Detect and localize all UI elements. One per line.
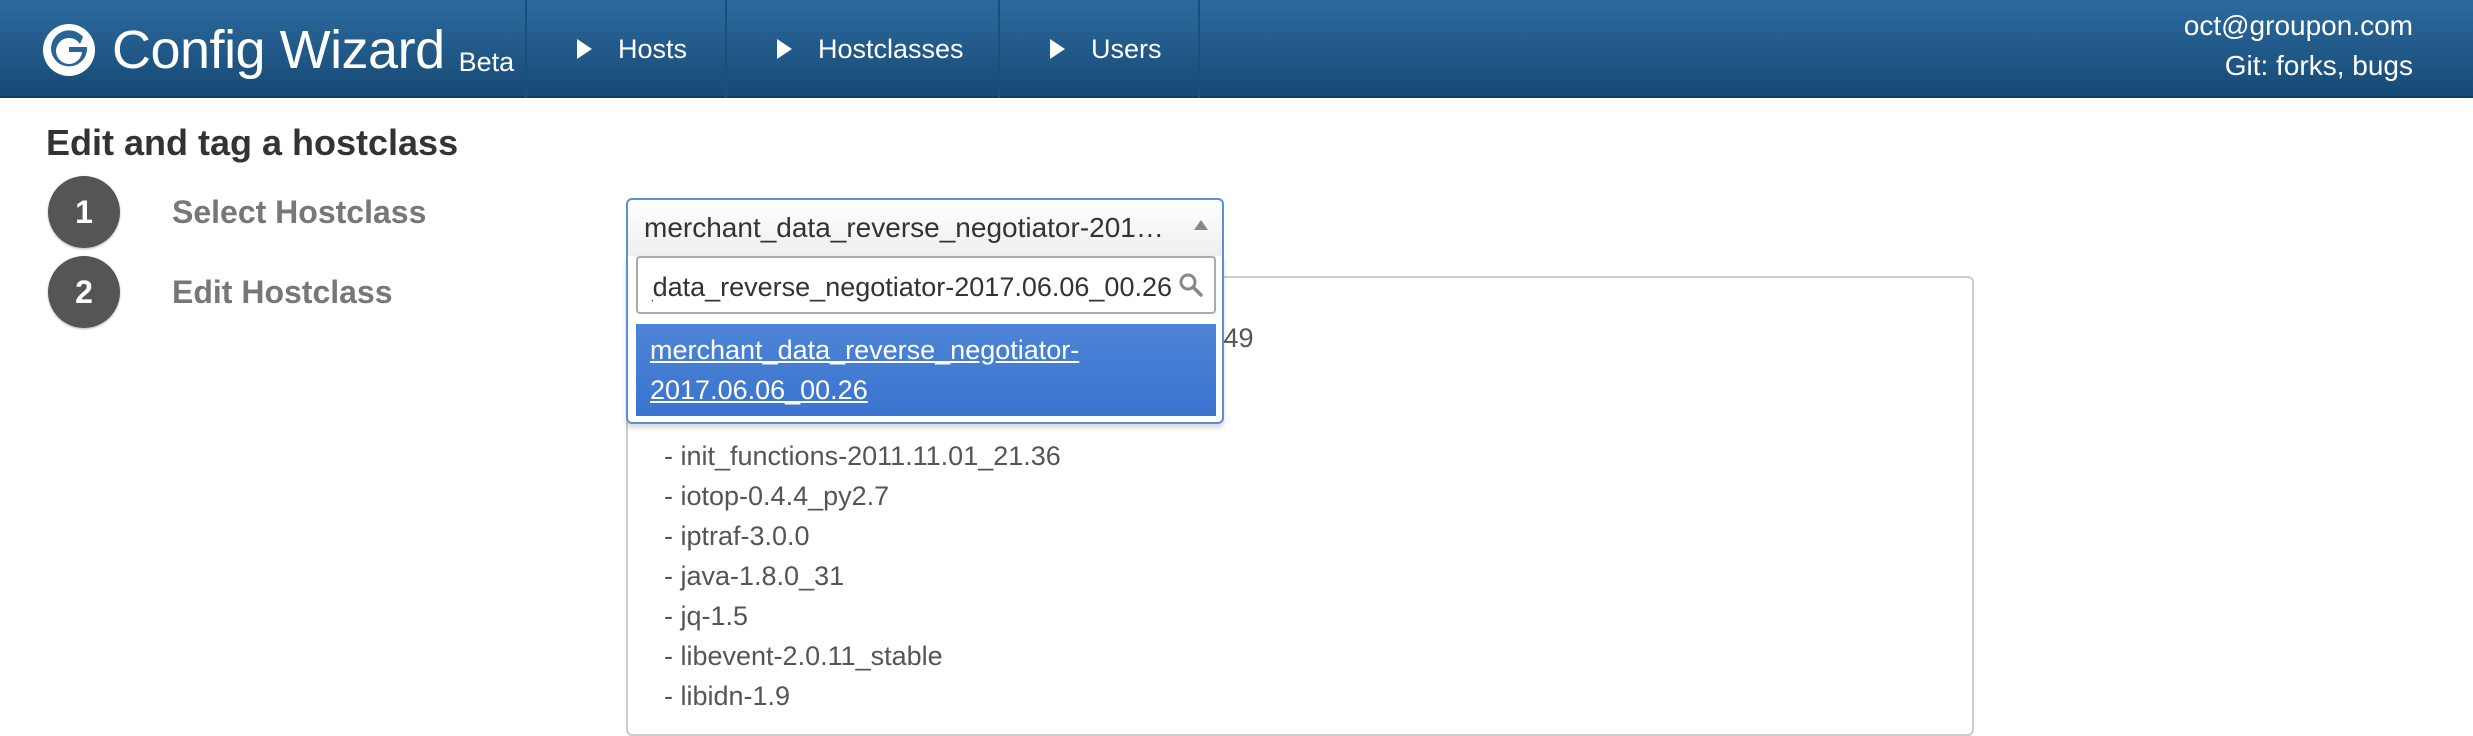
nav-divider [998, 0, 1000, 98]
chevron-up-icon [1194, 220, 1208, 230]
caret-right-icon [577, 39, 592, 59]
user-email-link[interactable]: oct@groupon.com [2184, 10, 2413, 41]
editor-line: - java-1.8.0_31 [664, 561, 845, 591]
option-label-line: 2017.06.06_00.26 [650, 375, 868, 405]
hostclass-select[interactable]: merchant_data_reverse_negotiator-2017.06… [626, 198, 1224, 258]
nav-hostclasses-label: Hostclasses [818, 33, 964, 64]
nav-hosts-label: Hosts [618, 33, 688, 64]
nav-hostclasses[interactable]: Hostclasses [777, 0, 964, 98]
step-label: Edit Hostclass [172, 273, 393, 310]
groupon-logo-icon [43, 24, 95, 76]
user-info: oct@groupon.com Git: forks, bugs [2184, 6, 2413, 86]
step-edit-hostclass: 2 Edit Hostclass [48, 256, 393, 328]
brand[interactable]: Config Wizard Beta [42, 22, 514, 78]
git-forks-link[interactable]: forks [2276, 50, 2337, 81]
git-bugs-link[interactable]: bugs [2352, 50, 2413, 81]
editor-line: - init_functions-2011.11.01_21.36 [664, 441, 1061, 471]
nav-users-label: Users [1091, 33, 1162, 64]
editor-line: - iptraf-3.0.0 [664, 521, 810, 551]
editor-line: - libevent-2.0.11_stable [664, 641, 943, 671]
hostclass-select-dropdown: merchant_data_reverse_negotiator- 2017.06… [626, 256, 1224, 424]
caret-right-icon [1050, 39, 1065, 59]
option-label-line: merchant_data_reverse_negotiator- [650, 335, 1080, 365]
git-separator: , [2336, 50, 2353, 81]
git-label: Git: [2224, 50, 2277, 81]
nav-hosts[interactable]: Hosts [577, 0, 687, 98]
nav-divider [1198, 0, 1200, 98]
step-number-badge: 2 [48, 256, 120, 328]
hostclass-select-value: merchant_data_reverse_negotiator-2017.06… [644, 212, 1164, 243]
git-links: Git: forks, bugs [2184, 46, 2413, 86]
page-title: Edit and tag a hostclass [46, 122, 459, 163]
search-icon [1179, 273, 1203, 297]
editor-line: - jq-1.5 [664, 601, 749, 631]
editor-line: - iotop-0.4.4_py2.7 [664, 481, 890, 511]
app-title: Config Wizard [112, 20, 445, 80]
top-navbar: Config Wizard Beta Hosts Hostclasses Use… [0, 0, 2473, 98]
search-input-value: merchant_data_reverse_negotiator-2017.06… [652, 272, 1172, 302]
app-beta-label: Beta [458, 46, 515, 77]
step-label: Select Hostclass [172, 193, 427, 230]
nav-divider [525, 0, 527, 98]
nav-users[interactable]: Users [1050, 0, 1162, 98]
step-select-hostclass: 1 Select Hostclass [48, 176, 426, 248]
step-number-badge: 1 [48, 176, 120, 248]
hostclass-search-input[interactable]: merchant_data_reverse_negotiator-2017.06… [636, 256, 1216, 314]
nav-divider [725, 0, 727, 98]
dropdown-option-highlighted[interactable]: merchant_data_reverse_negotiator- 2017.0… [636, 324, 1216, 416]
search-input-text: merchant_data_reverse_negotiator-2017.06… [652, 272, 1172, 303]
editor-line: - libidn-1.9 [664, 681, 791, 711]
caret-right-icon [777, 39, 792, 59]
